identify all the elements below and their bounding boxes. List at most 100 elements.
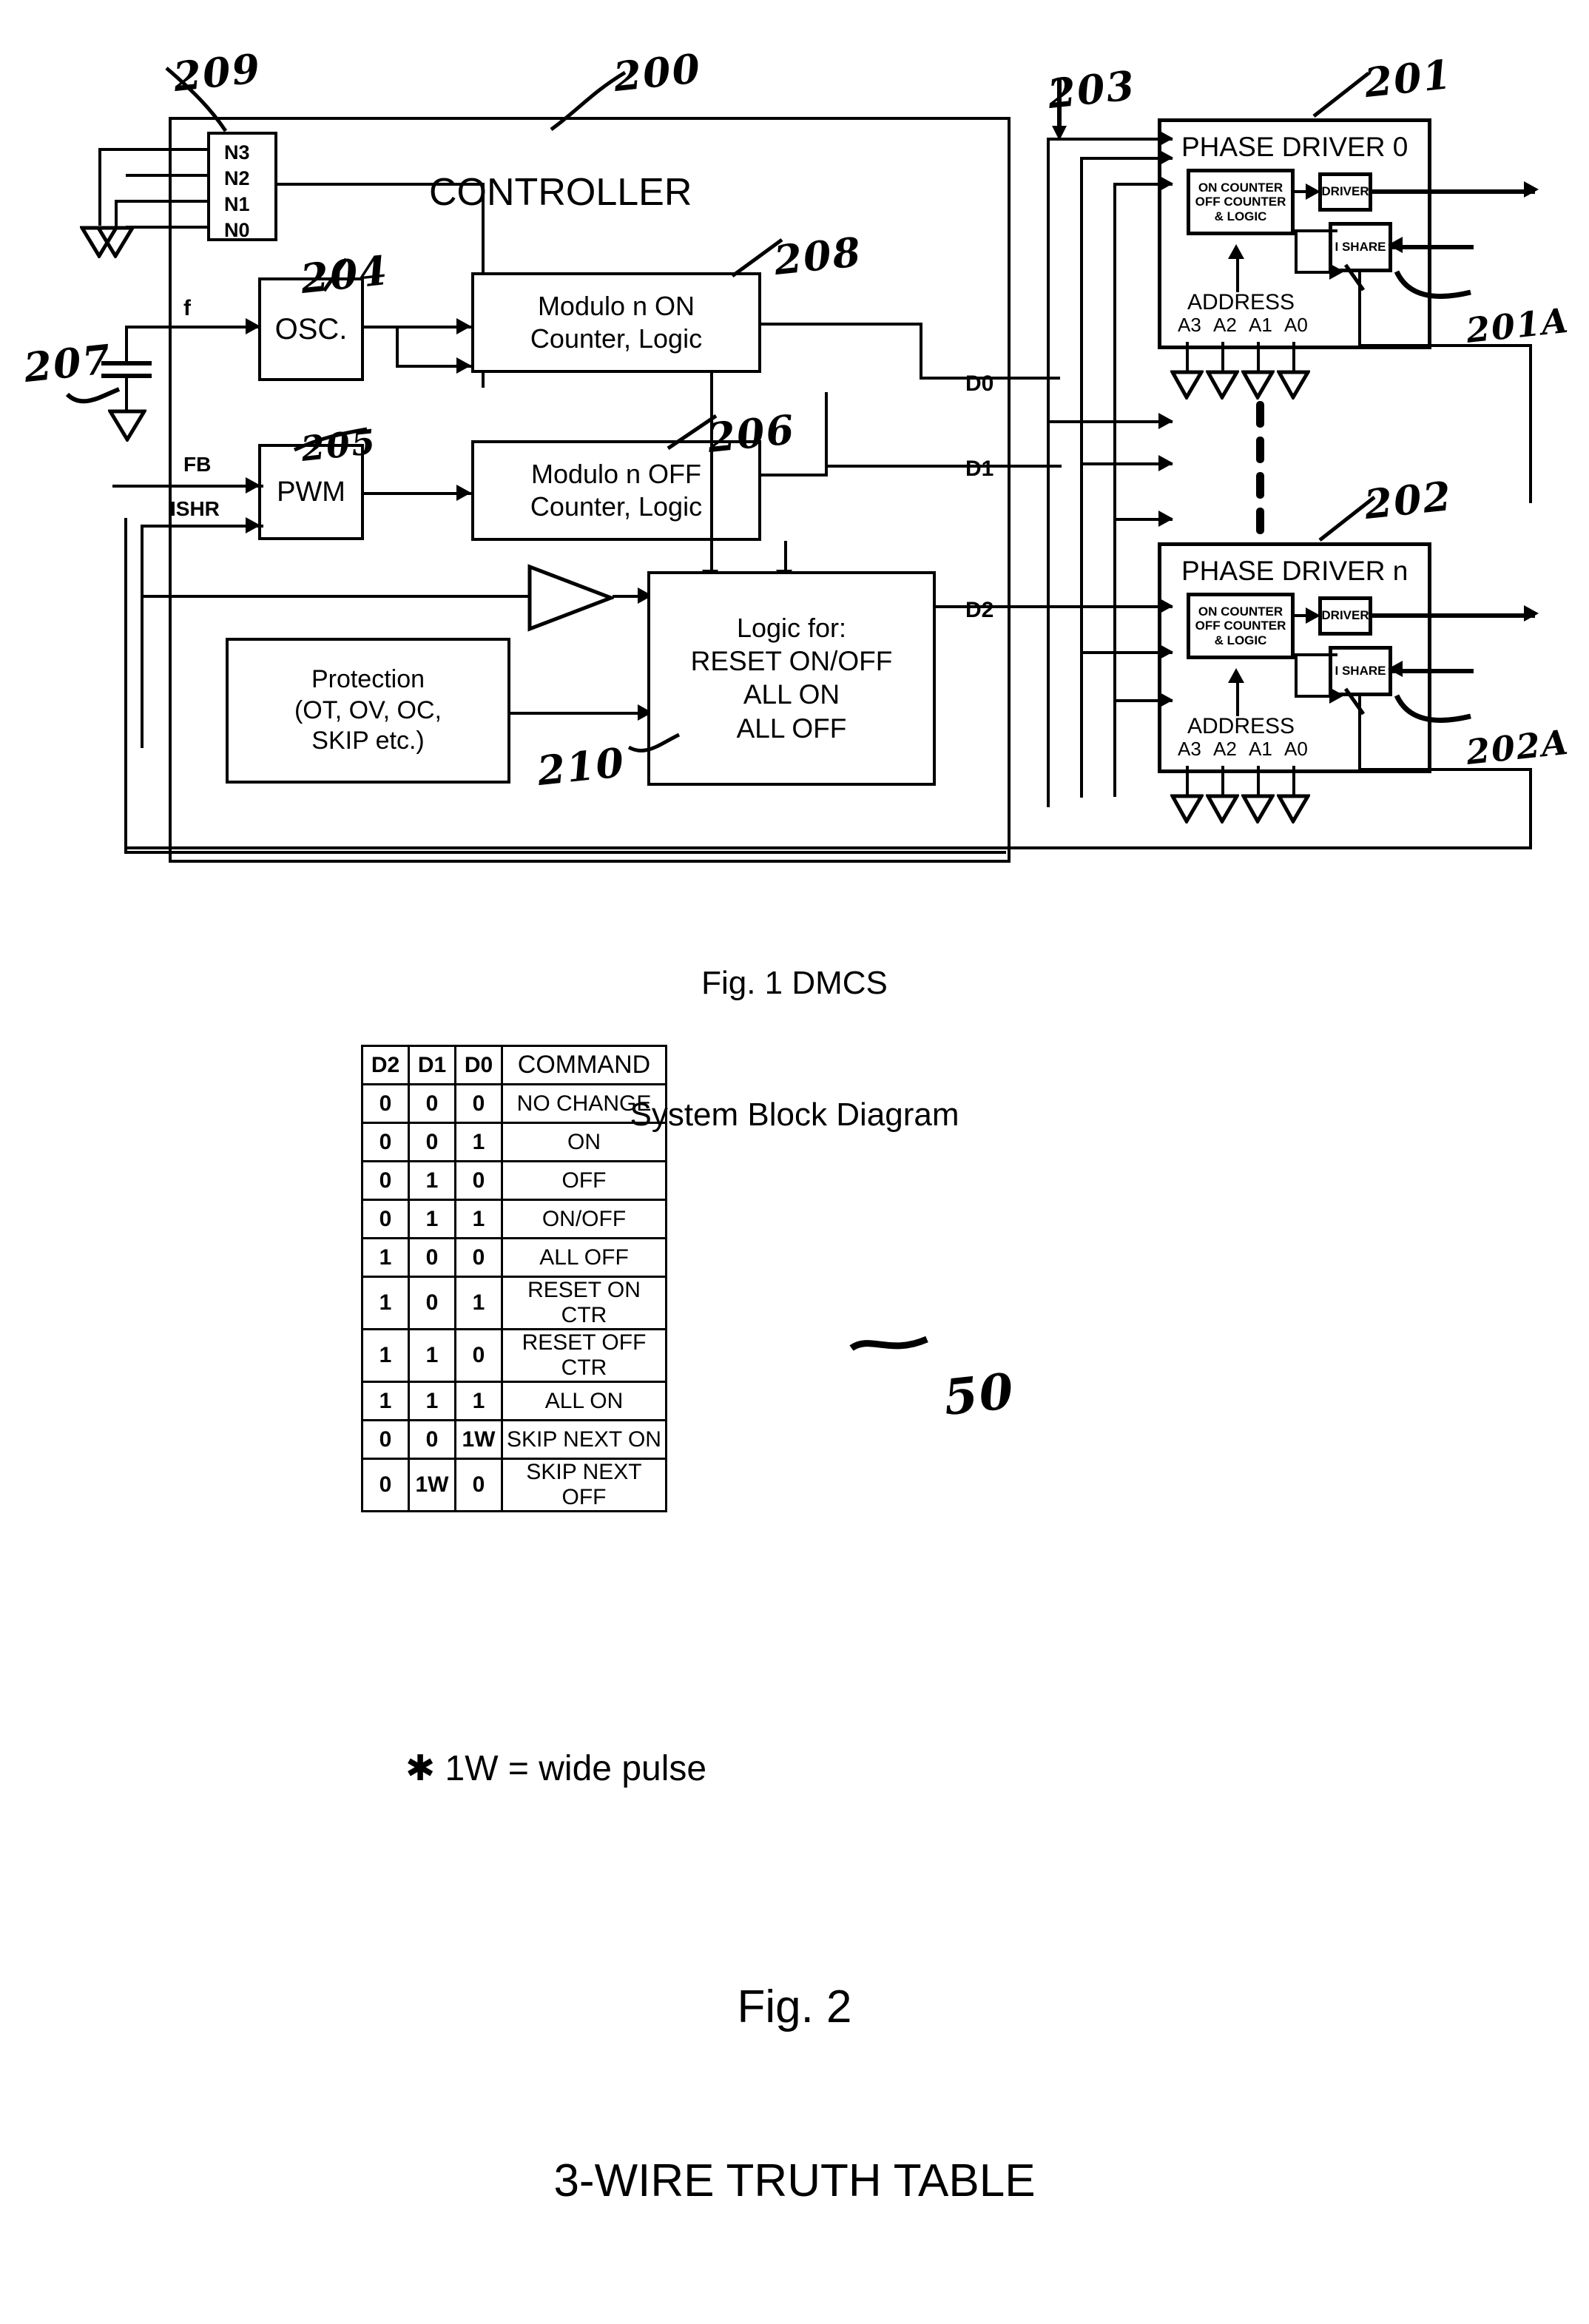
ref-204-leader xyxy=(322,257,348,292)
header-command: COMMAND xyxy=(501,1045,667,1085)
pd0-ishare-label: I SHARE xyxy=(1335,239,1386,254)
pwm-out-arrowhead xyxy=(456,485,471,501)
pdn-ishare-in-arrow xyxy=(1388,661,1403,677)
pd0-a0-drop xyxy=(1292,342,1295,373)
ishr-feedback-h xyxy=(141,525,172,528)
cell-d2: 1 xyxy=(361,1237,410,1278)
cell-d0: 1W xyxy=(454,1419,503,1460)
cell-command: RESET OFF CTR xyxy=(501,1328,667,1383)
pdn-counter-loop-h xyxy=(1295,653,1337,656)
pd0-a1-drop xyxy=(1257,342,1260,373)
nbus-pin-n3: N3 xyxy=(224,141,250,164)
n1-drop2 xyxy=(115,200,118,228)
protection-block: Protection (OT, OV, OC, SKIP etc.) xyxy=(226,638,510,784)
table-row: 0 1 1 ON/OFF xyxy=(361,1199,667,1239)
cell-command: ALL OFF xyxy=(501,1237,667,1278)
cell-d1: 1 xyxy=(408,1199,456,1239)
pdn-address-pin-a1: A1 xyxy=(1249,738,1272,760)
table-row: 0 0 1 ON xyxy=(361,1122,667,1162)
pdn-driver-output xyxy=(1372,613,1535,618)
logic-block: Logic for: RESET ON/OFF ALL ON ALL OFF xyxy=(647,571,936,786)
mid-bus-arrow-3 xyxy=(1158,511,1173,527)
modon-logic-v xyxy=(710,373,713,576)
n3-wire xyxy=(98,148,209,151)
mid-bus-wire-1 xyxy=(1047,420,1173,423)
cell-d1: 0 xyxy=(408,1237,456,1278)
pdn-counter-line1: ON COUNTER xyxy=(1198,604,1283,619)
pd0-a0-ground xyxy=(1277,370,1310,400)
n3-drop xyxy=(98,148,101,226)
osc-out-arrowhead2 xyxy=(456,357,471,374)
nbus-pin-n2: N2 xyxy=(224,167,250,189)
pwm-out-wire xyxy=(364,492,471,495)
nbus-pin-n1: N1 xyxy=(224,193,250,215)
pd0-address-pin-a3: A3 xyxy=(1178,314,1201,336)
ref-206-leader xyxy=(667,414,718,451)
table-row: 0 1W 0 SKIP NEXT OFF xyxy=(361,1458,667,1512)
ishr-arrowhead xyxy=(246,517,260,533)
cell-command: ON xyxy=(501,1122,667,1162)
pdn-a2-ground xyxy=(1206,794,1239,823)
cell-d2: 1 xyxy=(361,1328,410,1383)
logic-line2: RESET ON/OFF xyxy=(690,646,893,677)
table-row: 1 0 1 RESET ON CTR xyxy=(361,1276,667,1330)
figure-2-caption: Fig. 2 3-WIRE TRUTH TABLE xyxy=(277,1865,1312,2324)
pdn-ishare-label: I SHARE xyxy=(1335,663,1386,678)
cell-d1: 1 xyxy=(408,1328,456,1383)
cell-d2: 0 xyxy=(361,1199,410,1239)
logic-line4: ALL OFF xyxy=(736,713,847,744)
modoff-out-v xyxy=(825,392,828,474)
pd0-switch-lead xyxy=(1358,272,1361,346)
d1-wire xyxy=(825,465,1062,468)
d2-wire xyxy=(936,605,1062,608)
modoff-out-h xyxy=(761,474,828,476)
pdn-ishare-in xyxy=(1392,669,1474,673)
pd0-address-pin-a0: A0 xyxy=(1284,314,1308,336)
cell-d0: 0 xyxy=(454,1083,503,1124)
protection-out-wire xyxy=(510,712,647,715)
pdn-counter-block: ON COUNTER OFF COUNTER & LOGIC xyxy=(1187,593,1295,659)
n1-wire xyxy=(115,200,209,203)
pdn-address-pin-a2: A2 xyxy=(1213,738,1237,760)
pd0-counter-line1: ON COUNTER xyxy=(1198,180,1283,195)
ref-202-leader xyxy=(1318,496,1376,542)
mid-bus-arrow-1 xyxy=(1158,413,1173,429)
cap-plate-top xyxy=(101,361,152,366)
pd0-switch-bottom xyxy=(1358,344,1532,347)
table-header-row: D2 D1 D0 COMMAND xyxy=(361,1045,667,1085)
cell-d2: 0 xyxy=(361,1458,410,1512)
pd0-feedback-right xyxy=(1529,344,1532,503)
pdn-a1-ground xyxy=(1241,794,1275,823)
pd0-loop-down xyxy=(1295,229,1298,274)
ref-208-leader xyxy=(731,238,783,278)
mid-bus-arrow-2 xyxy=(1158,455,1173,471)
cell-d0: 1 xyxy=(454,1199,503,1239)
pd0-driver-label: DRIVER xyxy=(1321,184,1369,199)
figure-2-caption-line1: Fig. 2 xyxy=(737,1981,852,2033)
table-row: 1 0 0 ALL OFF xyxy=(361,1237,667,1278)
buffer-in-wire xyxy=(141,595,529,598)
pdn-a1-drop xyxy=(1257,766,1260,797)
cell-d2: 0 xyxy=(361,1160,410,1201)
pd0-counter-block: ON COUNTER OFF COUNTER & LOGIC xyxy=(1187,169,1295,235)
ref-205-leader xyxy=(293,427,368,452)
cell-d1: 0 xyxy=(408,1122,456,1162)
table-row: 1 1 0 RESET OFF CTR xyxy=(361,1328,667,1383)
cell-d0: 0 xyxy=(454,1458,503,1512)
pdn-counter-line3: & LOGIC xyxy=(1214,633,1267,647)
cell-command: ALL ON xyxy=(501,1381,667,1421)
ref-201-leader xyxy=(1312,72,1370,118)
cell-d2: 1 xyxy=(361,1381,410,1421)
ellipsis-dot-4 xyxy=(1256,508,1264,534)
cell-d1: 0 xyxy=(408,1419,456,1460)
phase-driver-0-title: PHASE DRIVER 0 xyxy=(1181,132,1408,162)
modulo-on-line2: Counter, Logic xyxy=(530,323,703,354)
cell-d0: 1 xyxy=(454,1276,503,1330)
bus-rail-2 xyxy=(1080,157,1083,798)
pdn-in-wire-1 xyxy=(1047,605,1173,608)
logic-line3: ALL ON xyxy=(743,679,840,710)
bus-rail-1 xyxy=(1047,138,1050,807)
phase-driver-n-title: PHASE DRIVER n xyxy=(1181,556,1408,586)
cell-d1: 1W xyxy=(408,1458,456,1512)
modulo-off-line2: Counter, Logic xyxy=(530,491,703,522)
